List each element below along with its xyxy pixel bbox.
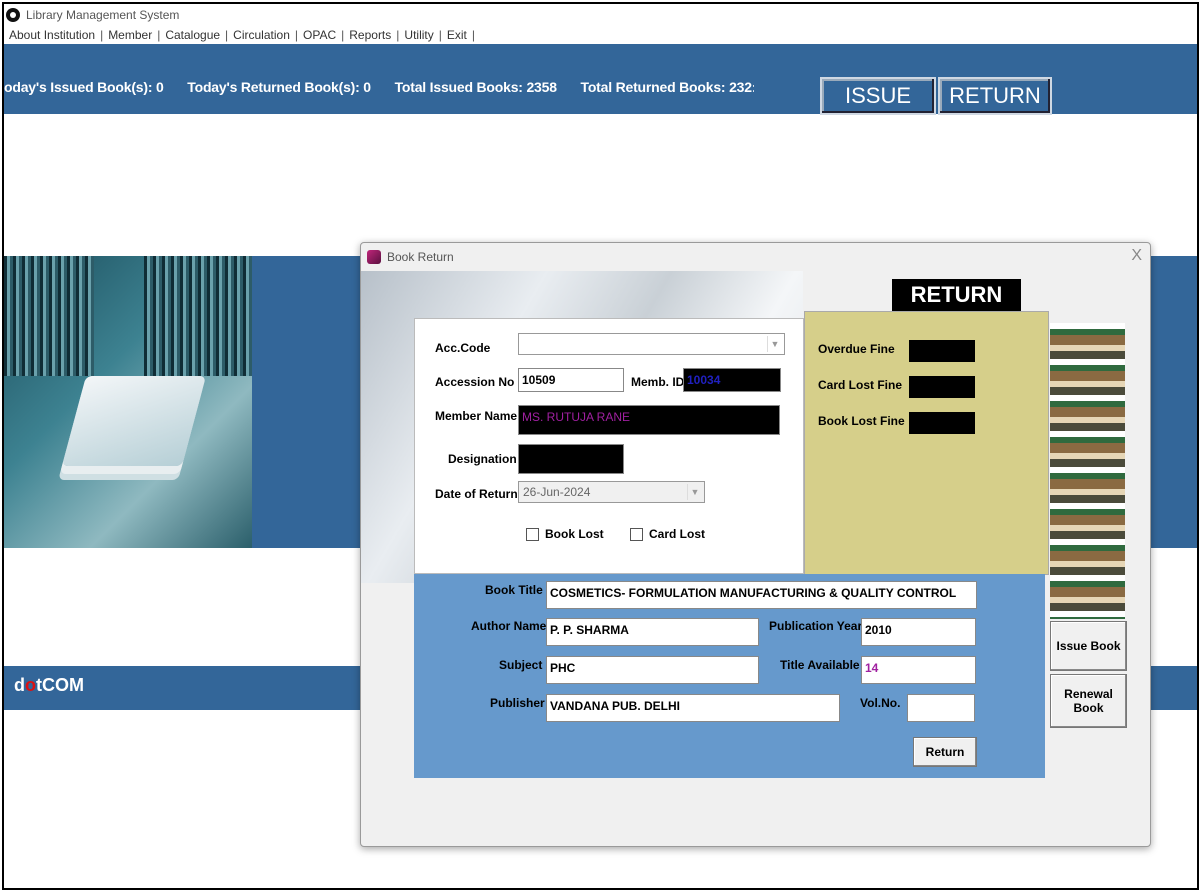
subject-label: Subject	[499, 658, 543, 672]
book-lost-fine-label: Book Lost Fine	[818, 414, 905, 428]
stats-bar: oday's Issued Book(s): 0 Today's Returne…	[4, 44, 1197, 115]
dialog-title-bar: Book Return	[361, 243, 1150, 271]
title-available-label: Title Available	[780, 658, 860, 672]
menu-opac[interactable]: OPAC	[298, 28, 341, 42]
book-stack-image	[1050, 323, 1125, 619]
library-image	[4, 256, 252, 548]
memb-id-input[interactable]: 10034	[683, 368, 781, 392]
card-lost-checkbox[interactable]: Card Lost	[630, 527, 705, 541]
open-book-icon	[61, 376, 207, 466]
menu-member[interactable]: Member	[103, 28, 157, 42]
subject-input[interactable]: PHC	[546, 656, 759, 684]
date-of-return-picker[interactable]: 26-Jun-2024 ▼	[518, 481, 705, 503]
member-name-label: Member Name	[435, 409, 518, 423]
today-returned-stat: Today's Returned Book(s): 0	[187, 79, 371, 95]
vol-no-input[interactable]	[907, 694, 975, 722]
member-form: Acc.Code ▼ Accession No 10509 Memb. ID 1…	[414, 318, 804, 574]
brand-logo: dotCOM	[14, 675, 84, 695]
publisher-label: Publisher	[490, 696, 545, 710]
book-title-input[interactable]: COSMETICS- FORMULATION MANUFACTURING & Q…	[546, 581, 977, 609]
title-bar: Library Management System	[4, 4, 1197, 26]
accession-no-input[interactable]: 10509	[518, 368, 624, 392]
acc-code-dropdown[interactable]: ▼	[518, 333, 785, 355]
menu-exit[interactable]: Exit	[442, 28, 472, 42]
book-title-label: Book Title	[485, 583, 543, 597]
chevron-down-icon: ▼	[767, 336, 782, 352]
menu-bar: About Institution | Member | Catalogue | Ci…	[4, 26, 1197, 44]
renewal-book-button[interactable]: Renewal Book	[1050, 674, 1127, 728]
publication-year-input[interactable]: 2010	[861, 618, 976, 646]
overdue-fine-label: Overdue Fine	[818, 342, 895, 356]
accession-no-label: Accession No	[435, 375, 515, 389]
book-lost-checkbox[interactable]: Book Lost	[526, 527, 604, 541]
publisher-input[interactable]: VANDANA PUB. DELHI	[546, 694, 840, 722]
return-header: RETURN	[892, 279, 1021, 311]
publication-year-label: Publication Year	[769, 619, 863, 633]
main-window: Library Management System About Institut…	[2, 2, 1199, 890]
total-returned-stat: Total Returned Books: 232:	[580, 79, 755, 95]
issue-top-button[interactable]: ISSUE	[820, 77, 936, 115]
book-icon	[367, 250, 381, 264]
app-icon	[6, 8, 20, 22]
title-available-input[interactable]: 14	[861, 656, 976, 684]
memb-id-label: Memb. ID	[631, 375, 685, 389]
window-title: Library Management System	[26, 8, 180, 22]
issue-book-button[interactable]: Issue Book	[1050, 621, 1127, 671]
designation-label: Designation	[448, 452, 517, 466]
designation-input[interactable]	[518, 444, 624, 474]
menu-circulation[interactable]: Circulation	[228, 28, 295, 42]
author-name-input[interactable]: P. P. SHARMA	[546, 618, 759, 646]
dialog-title: Book Return	[387, 250, 454, 264]
chevron-down-icon: ▼	[687, 484, 702, 500]
book-return-dialog: Book Return X RETURN Acc.Code ▼ Accessio…	[360, 242, 1151, 847]
vol-no-label: Vol.No.	[860, 696, 901, 710]
acc-code-label: Acc.Code	[435, 341, 491, 355]
book-details-panel: Book Title COSMETICS- FORMULATION MANUFA…	[414, 574, 1045, 778]
member-name-input[interactable]: MS. RUTUJA RANE	[518, 405, 780, 435]
card-lost-fine-input[interactable]	[909, 376, 975, 398]
return-top-button[interactable]: RETURN	[938, 77, 1052, 115]
today-issued-stat: oday's Issued Book(s): 0	[4, 79, 164, 95]
menu-catalogue[interactable]: Catalogue	[160, 28, 225, 42]
book-lost-fine-input[interactable]	[909, 412, 975, 434]
fines-panel: Overdue Fine Card Lost Fine Book Lost Fi…	[804, 311, 1049, 575]
checkbox-box	[630, 527, 643, 541]
total-issued-stat: Total Issued Books: 2358	[394, 79, 557, 95]
overdue-fine-input[interactable]	[909, 340, 975, 362]
date-of-return-label: Date of Return	[435, 487, 518, 501]
return-button[interactable]: Return	[913, 737, 977, 767]
menu-about-institution[interactable]: About Institution	[4, 28, 100, 42]
checkbox-box	[526, 527, 539, 541]
card-lost-fine-label: Card Lost Fine	[818, 378, 903, 392]
menu-utility[interactable]: Utility	[399, 28, 438, 42]
menu-reports[interactable]: Reports	[344, 28, 396, 42]
author-name-label: Author Name	[471, 619, 547, 633]
close-icon[interactable]: X	[1131, 247, 1142, 265]
stats-text: oday's Issued Book(s): 0 Today's Returne…	[4, 79, 754, 95]
